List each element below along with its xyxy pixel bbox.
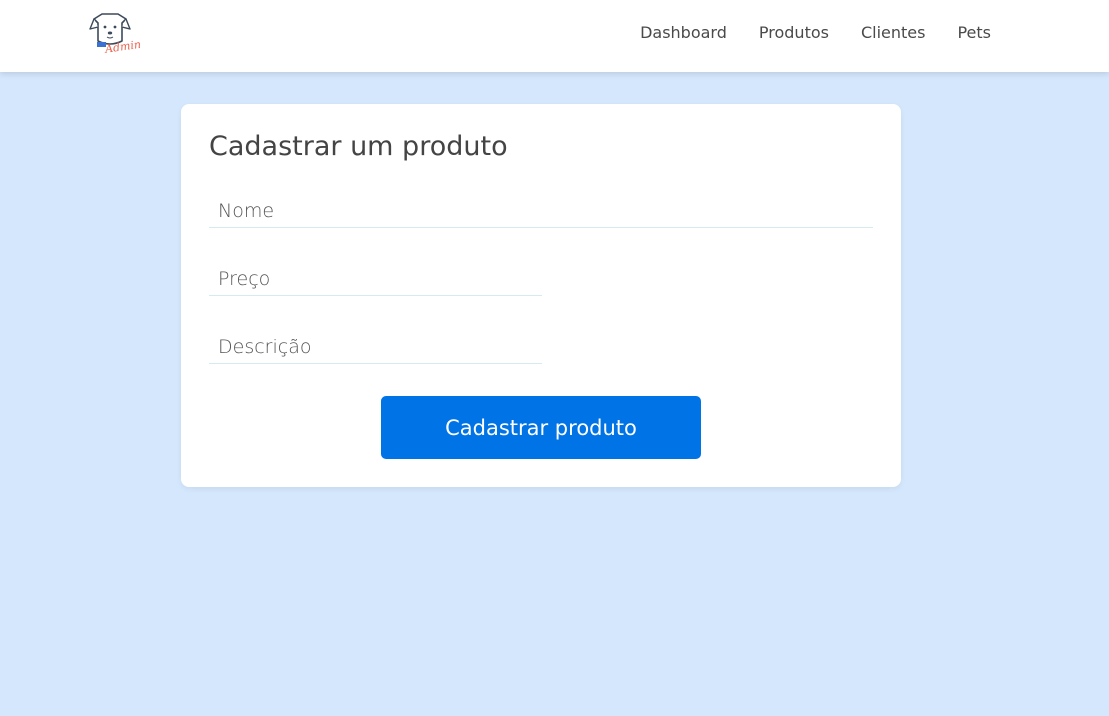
nav-link-clientes[interactable]: Clientes — [861, 23, 926, 43]
name-input[interactable] — [209, 194, 873, 228]
product-form-card: Cadastrar um produto Cadastrar produto — [181, 104, 901, 487]
main-nav: Dashboard Produtos Clientes Pets — [640, 23, 991, 43]
nav-link-pets[interactable]: Pets — [957, 23, 991, 43]
submit-product-button[interactable]: Cadastrar produto — [381, 396, 701, 459]
price-input[interactable] — [209, 262, 542, 296]
navbar: Admin Dashboard Produtos Clientes Pets — [0, 0, 1109, 72]
nav-link-dashboard[interactable]: Dashboard — [640, 23, 727, 43]
logo-graphic: Admin — [89, 13, 142, 56]
description-input[interactable] — [209, 330, 542, 364]
page-title: Cadastrar um produto — [209, 131, 508, 162]
nav-link-produtos[interactable]: Produtos — [759, 23, 829, 43]
dog-admin-logo-icon[interactable]: Admin — [88, 11, 142, 57]
